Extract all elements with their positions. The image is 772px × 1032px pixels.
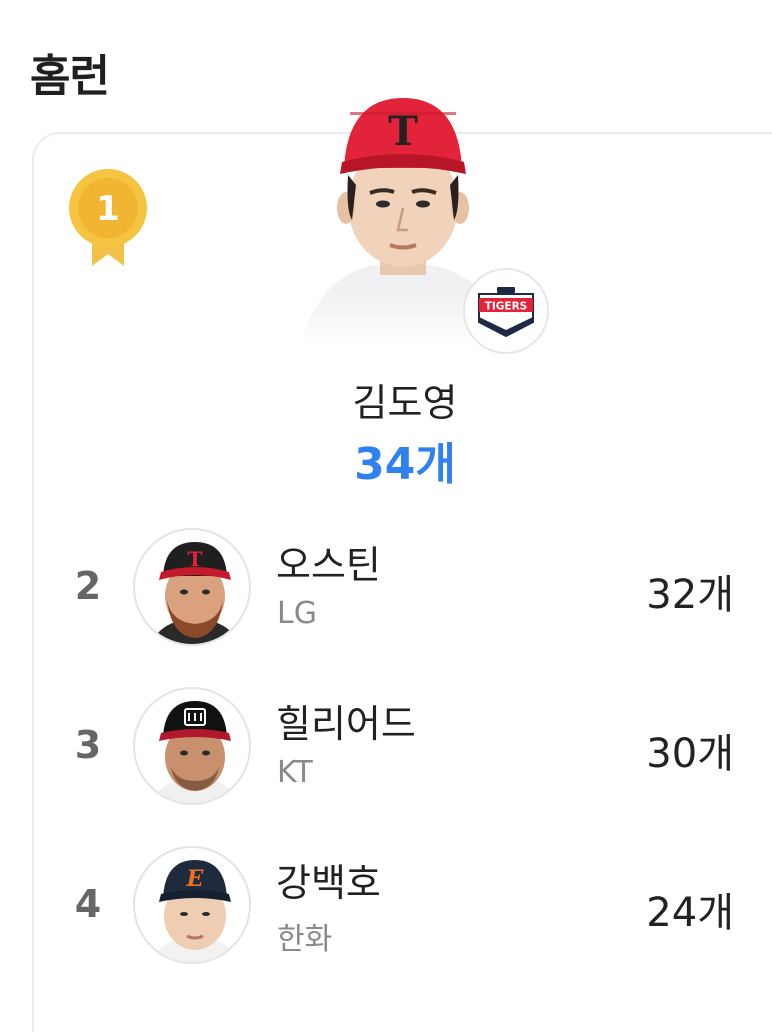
svg-text:T: T [388,108,418,155]
player-avatar: T [133,528,251,646]
leader-rank: 1 [96,189,120,229]
player-team: 한화 [277,922,333,957]
player-avatar: E [133,846,251,964]
player-avatar [133,687,251,805]
ranking-row[interactable]: 4 E 강백호 한화 24개 [0,846,772,976]
player-team: KT [277,755,313,790]
home-run-count: 30개 [646,731,734,777]
home-run-count: 24개 [646,890,734,936]
rank-number: 3 [74,723,102,767]
leader-name: 김도영 [352,381,458,425]
player-team: LG [277,596,317,631]
home-run-count: 32개 [646,572,734,618]
ranking-row[interactable]: 3 힐리어드 KT 30개 [0,687,772,817]
leader-home-run-count: 34개 [354,439,456,490]
tigers-logo-icon: TIGERS [478,287,534,338]
team-logo-tigers: TIGERS [463,268,549,354]
rank-number: 4 [74,882,102,926]
section-title: 홈런 [30,51,110,102]
ranking-row[interactable]: 2 T 오스틴 LG 32개 [0,528,772,658]
svg-text:E: E [186,866,205,892]
svg-text:TIGERS: TIGERS [485,301,528,313]
svg-text:T: T [188,547,203,571]
rank-number: 2 [74,564,102,608]
player-name: 강백호 [276,861,381,905]
player-name: 힐리어드 [276,702,416,746]
player-name: 오스틴 [276,543,381,587]
gold-medal-icon: 1 [69,169,147,266]
